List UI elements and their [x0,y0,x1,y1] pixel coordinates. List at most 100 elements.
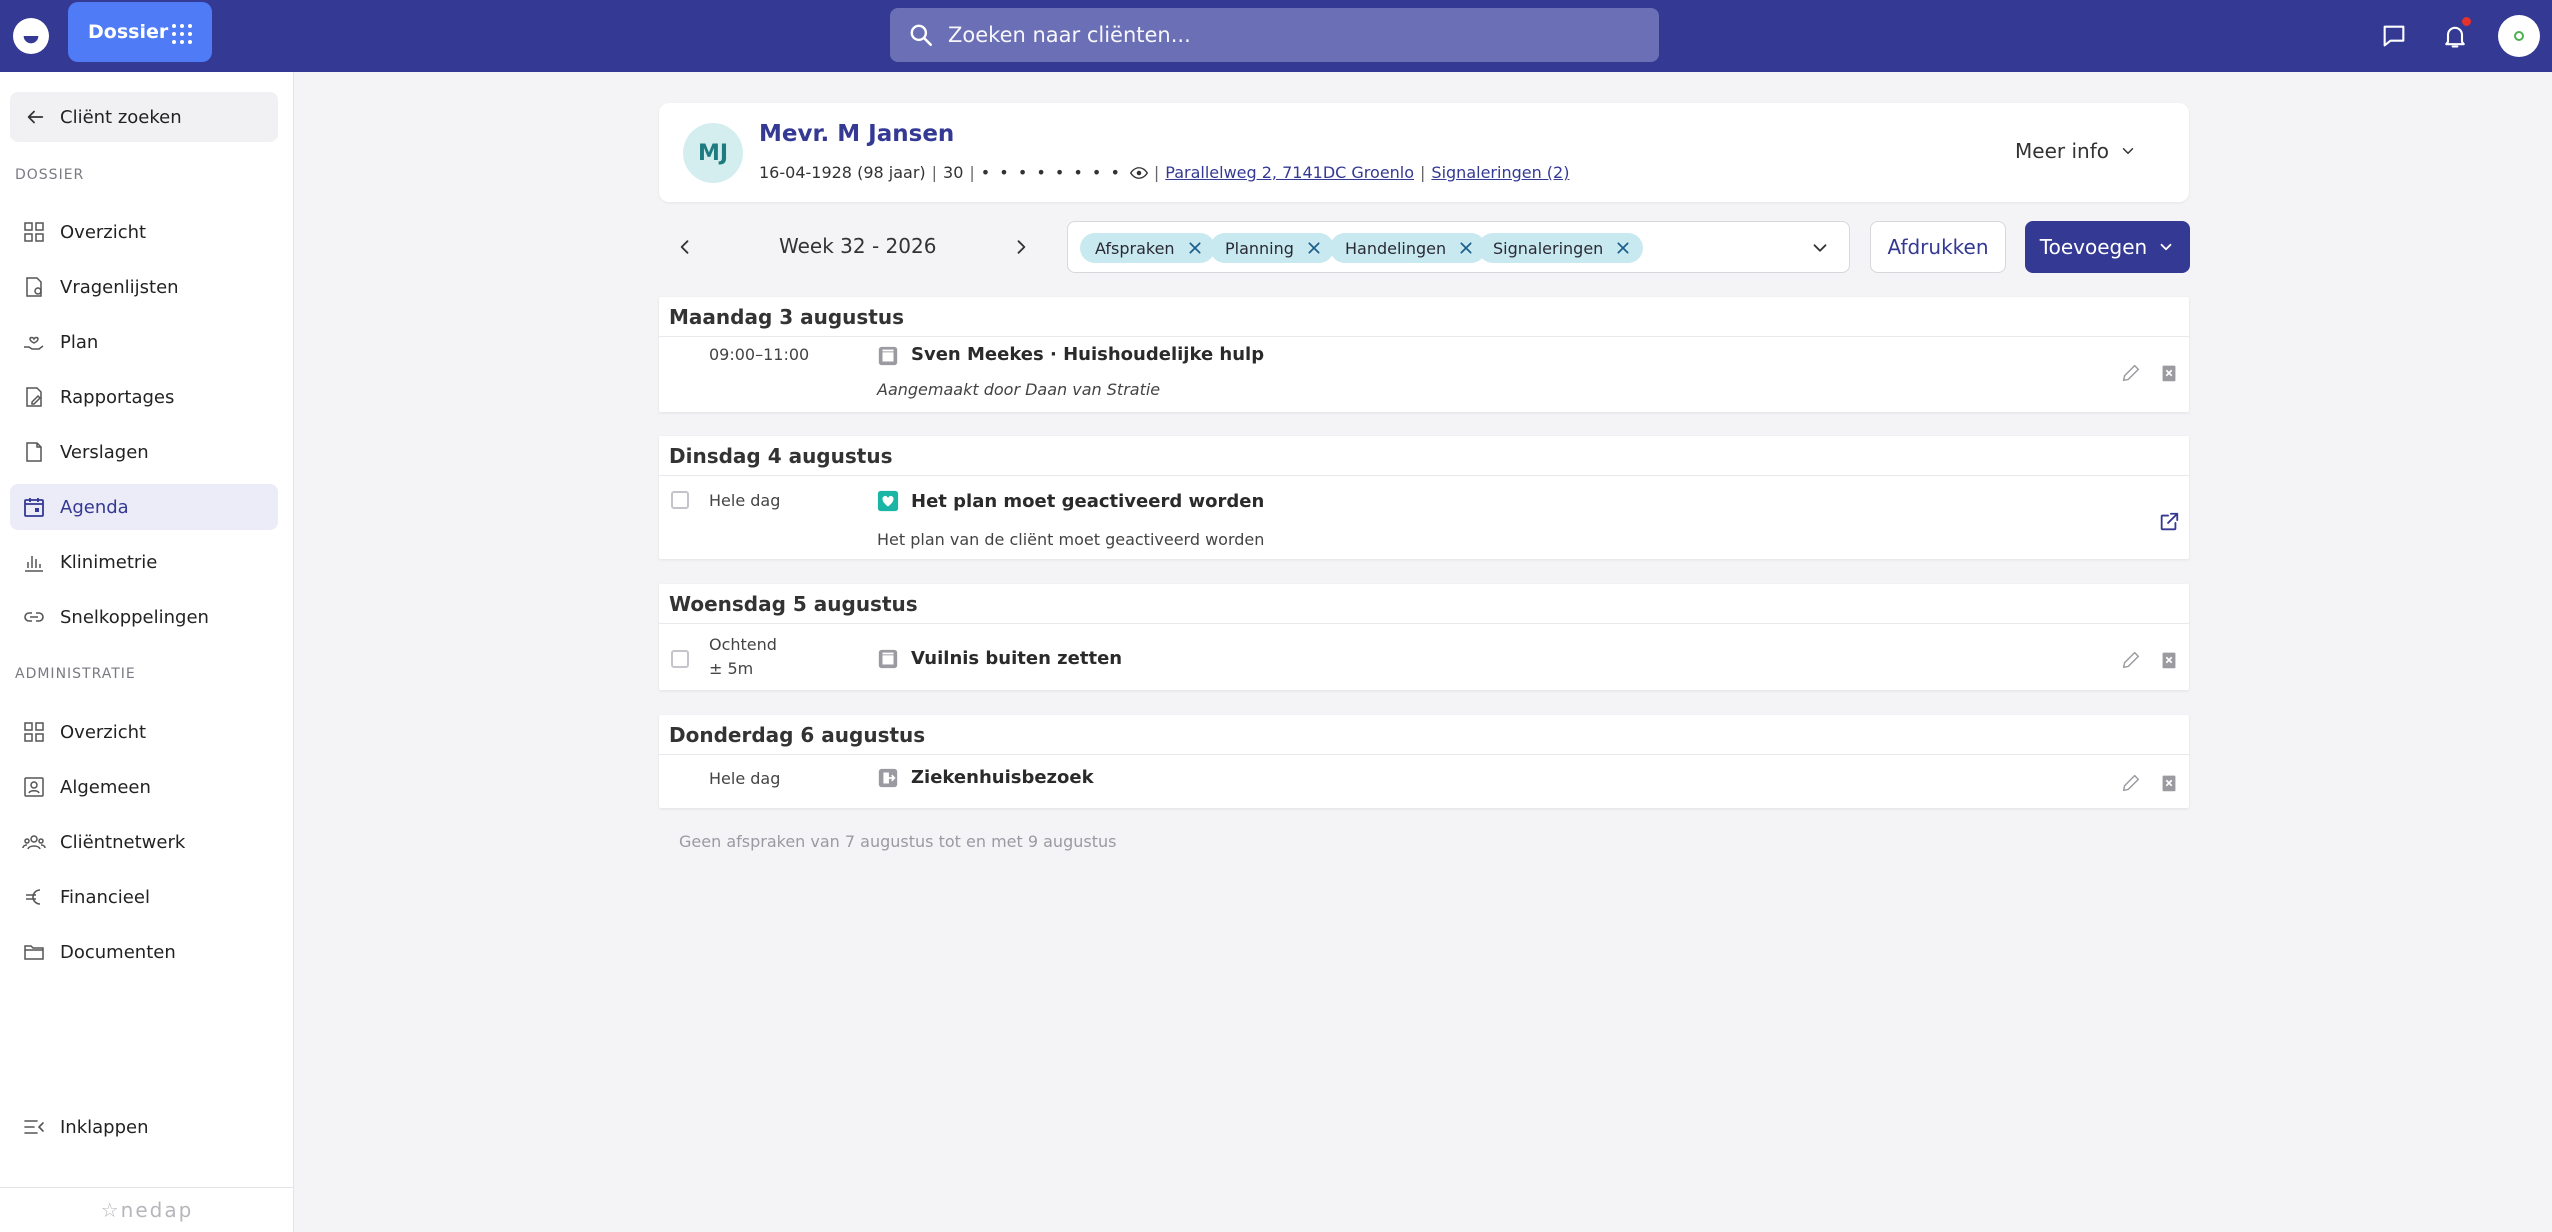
user-avatar[interactable] [2498,15,2540,57]
client-number: 30 [943,163,964,182]
edit-button[interactable] [2119,648,2143,672]
event-time: Hele dag [709,769,781,788]
sidebar-item-label: Rapportages [60,386,175,408]
chat-icon [2383,25,2405,47]
print-button[interactable]: Afdrukken [1870,221,2006,273]
chevron-down-icon [2122,148,2134,154]
client-birthdate: 16-04-1928 (98 jaar) [759,163,926,182]
sidebar-item-overzicht[interactable]: Overzicht [10,209,278,255]
close-icon[interactable] [1615,240,1631,256]
messages-button[interactable] [2378,20,2410,52]
sidebar-item-agenda[interactable]: Agenda [10,484,278,530]
previous-week-button[interactable] [672,234,698,260]
id-card-icon [24,777,44,797]
client-header-card: MJ Mevr. M Jansen 16-04-1928 (98 jaar) |… [659,103,2189,202]
back-to-client-search[interactable]: Cliënt zoeken [10,92,278,142]
more-info-button[interactable]: Meer info [2015,139,2137,163]
sidebar-item-label: Plan [60,331,99,353]
event-checkbox[interactable] [671,491,689,509]
day-section: Maandag 3 augustus 09:00–11:00 Sven Meek… [659,297,2189,412]
event-checkbox[interactable] [671,650,689,668]
sidebar-item-verslagen[interactable]: Verslagen [10,429,278,475]
sidebar-item-label: Documenten [60,941,176,963]
sidebar-item-clientnetwerk[interactable]: Cliëntnetwerk [10,819,278,865]
report-edit-icon [26,387,42,407]
eye-icon[interactable] [1129,164,1148,182]
sidebar-item-rapportages[interactable]: Rapportages [10,374,278,420]
app-logo[interactable] [13,18,49,54]
close-icon[interactable] [1187,240,1203,256]
open-external-button[interactable] [2157,510,2181,534]
sidebar: Cliënt zoeken DOSSIER Overzicht Vragenli… [0,72,294,1232]
sidebar-item-label: Overzicht [60,721,147,743]
add-button[interactable]: Toevoegen [2025,221,2190,273]
hospital-visit-icon [878,768,898,788]
signals-link[interactable]: Signaleringen (2) [1431,163,1569,182]
masked-bsn: • • • • • • • • [980,163,1122,182]
sidebar-footer: ☆nedap [0,1187,294,1232]
chip-label: Planning [1225,238,1294,258]
pencil-icon [2122,651,2140,669]
sidebar-item-snelkoppelingen[interactable]: Snelkoppelingen [10,594,278,640]
sidebar-item-plan[interactable]: Plan [10,319,278,365]
apps-grid-icon [172,24,192,44]
separator: | [931,163,938,182]
sidebar-item-label: Vragenlijsten [60,276,179,298]
more-info-label: Meer info [2015,139,2109,163]
sidebar-item-vragenlijsten[interactable]: Vragenlijsten [10,264,278,310]
chip-label: Afspraken [1095,238,1175,258]
edit-button[interactable] [2119,771,2143,795]
client-search[interactable] [890,8,1659,62]
search-icon [910,24,933,47]
client-name[interactable]: Mevr. M Jansen [759,121,954,147]
filter-chip-planning: Planning [1210,233,1334,263]
nedap-brand: ☆nedap [100,1198,194,1222]
next-week-button[interactable] [1008,234,1034,260]
sidebar-item-label: Overzicht [60,221,147,243]
bell-icon [2445,26,2465,48]
client-address-link[interactable]: Parallelweg 2, 7141DC Groenlo [1165,163,1414,182]
filter-chip-afspraken: Afspraken [1080,233,1215,263]
calendar-event-icon [878,346,898,366]
day-header: Donderdag 6 augustus [659,715,2189,755]
collapse-label: Inklappen [60,1116,149,1138]
collapse-sidebar-button[interactable]: Inklappen [10,1104,278,1150]
event-time: Hele dag [709,491,781,510]
status-icon [2514,31,2524,41]
chip-label: Signaleringen [1493,238,1604,258]
grid-icon [24,722,44,742]
close-icon[interactable] [1306,240,1322,256]
bar-chart-icon [25,556,43,572]
edit-button[interactable] [2119,361,2143,385]
notification-dot [2462,17,2471,26]
nedap-logo-icon [23,36,39,44]
search-input[interactable] [948,23,1628,47]
agenda-filter-select[interactable]: Afspraken Planning Handelingen Signaleri… [1067,221,1850,273]
notifications-button[interactable] [2439,17,2471,52]
delete-button[interactable] [2157,648,2181,672]
sidebar-item-financieel[interactable]: Financieel [10,874,278,920]
trash-icon [2162,652,2176,669]
plan-heart-icon [24,336,44,350]
trash-icon [2162,365,2176,382]
week-navigation: Week 32 - 2026 [659,222,1059,272]
event-time: Ochtend [709,635,777,654]
calendar-icon [24,498,44,517]
sidebar-item-algemeen[interactable]: Algemeen [10,764,278,810]
delete-button[interactable] [2157,361,2181,385]
close-icon[interactable] [1458,240,1474,256]
dossier-section-label: DOSSIER [15,167,85,183]
chevron-down-icon[interactable] [1809,237,1831,259]
filter-chip-handelingen: Handelingen [1330,233,1487,263]
arrow-left-icon [27,110,44,124]
sidebar-item-documenten[interactable]: Documenten [10,929,278,975]
collapse-icon [24,1120,44,1134]
filter-chip-signaleringen: Signaleringen [1478,233,1644,263]
plan-heart-icon [877,490,899,512]
sidebar-item-admin-overzicht[interactable]: Overzicht [10,709,278,755]
dossier-app-button[interactable]: Dossier [68,2,212,62]
chevron-right-icon [1017,240,1026,254]
trash-icon [2162,775,2176,792]
delete-button[interactable] [2157,771,2181,795]
sidebar-item-klinimetrie[interactable]: Klinimetrie [10,539,278,585]
